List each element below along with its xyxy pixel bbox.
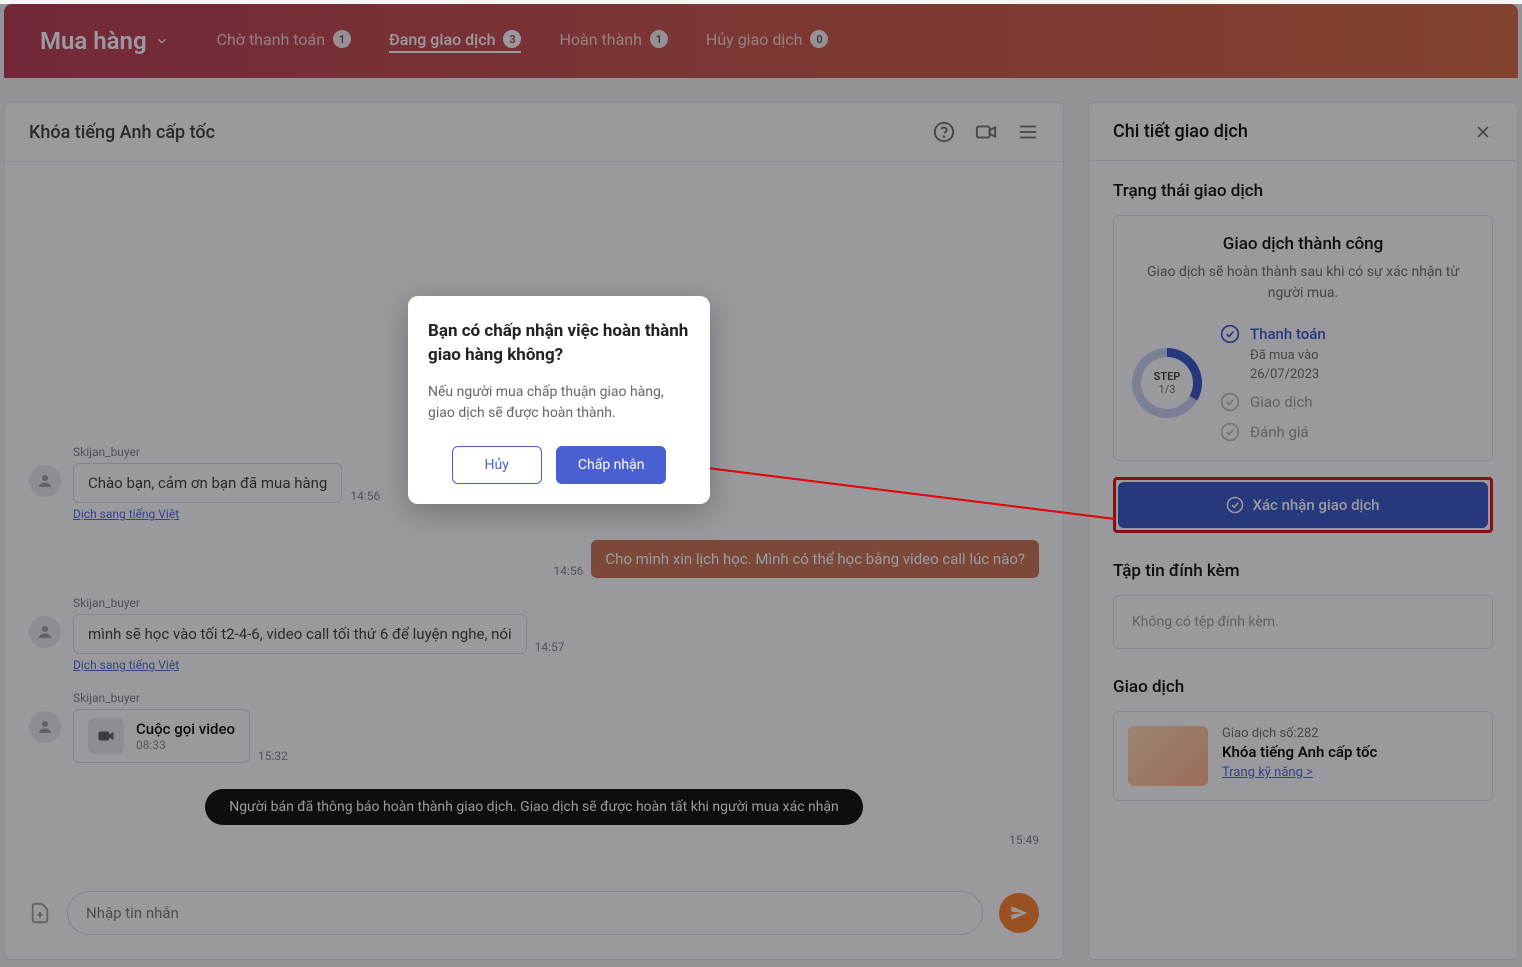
modal-title: Bạn có chấp nhận việc hoàn thành giao hà… <box>428 320 690 368</box>
accept-button[interactable]: Chấp nhận <box>556 446 667 484</box>
modal-overlay[interactable] <box>0 4 1522 967</box>
cancel-button[interactable]: Hủy <box>452 446 542 484</box>
confirm-modal: Bạn có chấp nhận việc hoàn thành giao hà… <box>408 296 710 504</box>
modal-desc: Nếu người mua chấp thuận giao hàng, giao… <box>428 382 690 424</box>
